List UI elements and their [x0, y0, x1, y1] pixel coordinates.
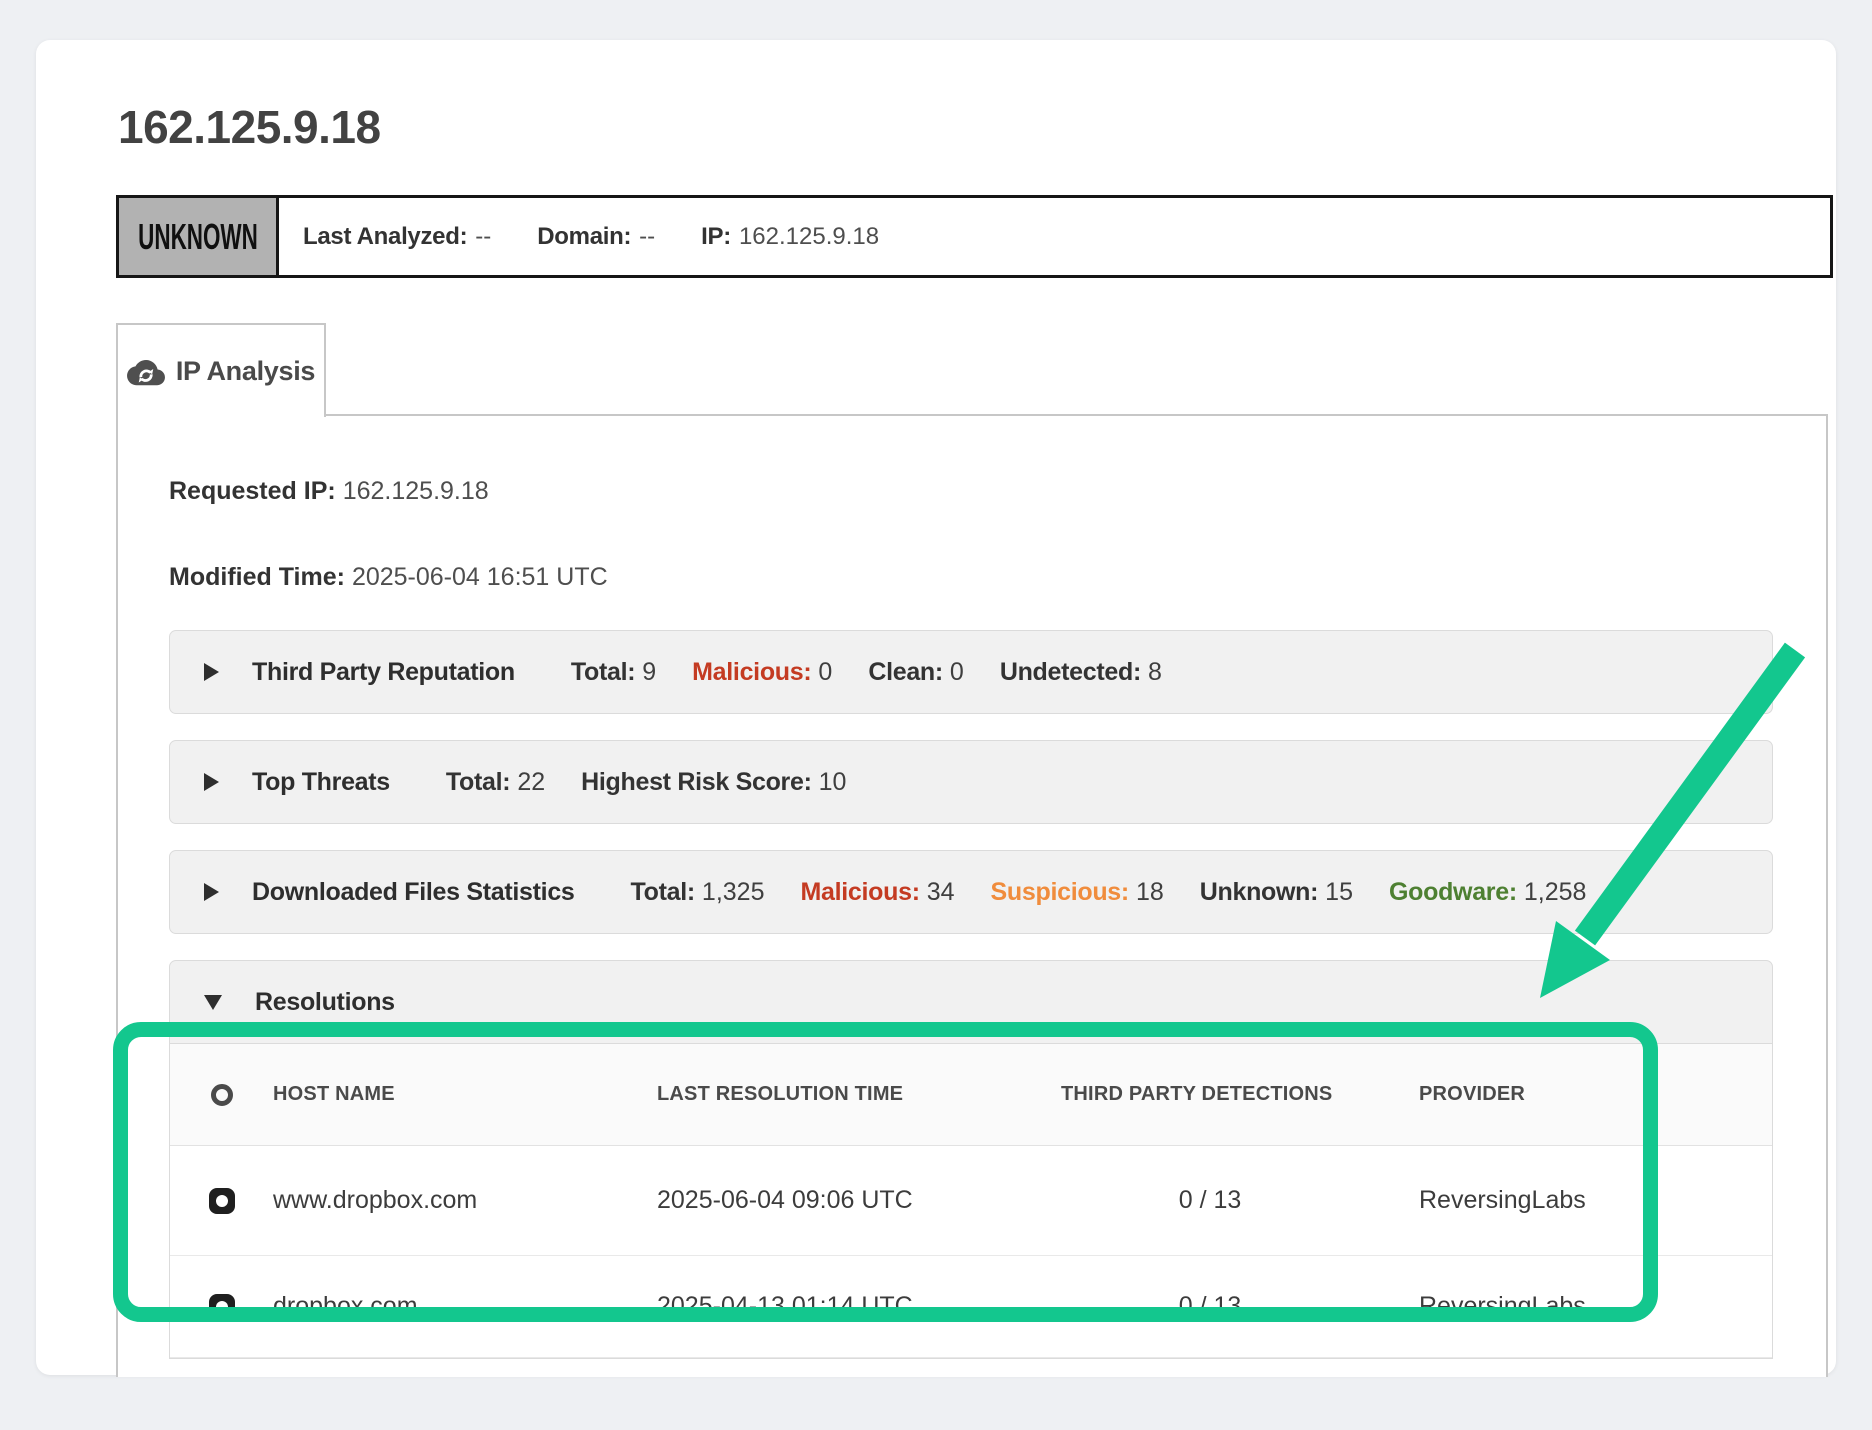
stat-total: Total:9: [571, 658, 656, 687]
tab-ip-analysis[interactable]: IP Analysis: [116, 323, 326, 417]
page-title: 162.125.9.18: [118, 100, 381, 154]
status-fields: Last Analyzed:-- Domain:-- IP:162.125.9.…: [279, 198, 879, 275]
provider-cell: ReversingLabs: [1419, 1292, 1772, 1321]
status-field-last-analyzed: Last Analyzed:--: [303, 223, 491, 251]
third-party-detections-cell: 0 / 13: [1061, 1186, 1419, 1215]
stat-undetected: Undetected:8: [1000, 658, 1162, 687]
stat-total: Total:1,325: [631, 878, 765, 907]
requested-ip-line: Requested IP:162.125.9.18: [169, 474, 489, 508]
table-row[interactable]: dropbox.com 2025-04-13 01:14 UTC 0 / 13 …: [170, 1256, 1772, 1358]
accordion-stats: Total:9 Malicious:0 Clean:0 Undetected:8: [571, 658, 1162, 687]
column-host-name: HOST NAME: [273, 1083, 657, 1106]
stat-total: Total:22: [446, 768, 545, 797]
host-node-icon: [209, 1188, 235, 1214]
tab-ip-analysis-label: IP Analysis: [176, 356, 315, 387]
stat-clean: Clean:0: [868, 658, 964, 687]
stat-suspicious: Suspicious:18: [991, 878, 1164, 907]
last-resolution-time-cell: 2025-06-04 09:06 UTC: [657, 1186, 1061, 1215]
modified-time-line: Modified Time:2025-06-04 16:51 UTC: [169, 560, 608, 594]
resolutions-table: HOST NAME LAST RESOLUTION TIME THIRD PAR…: [169, 1044, 1773, 1359]
accordion-downloaded-files-statistics[interactable]: Downloaded Files Statistics Total:1,325 …: [169, 850, 1773, 934]
accordion-stats: Total:22 Highest Risk Score:10: [446, 768, 847, 797]
page: 162.125.9.18 UNKNOWN Last Analyzed:-- Do…: [0, 0, 1872, 1430]
status-field-domain: Domain:--: [537, 223, 655, 251]
last-resolution-time-cell: 2025-04-13 01:14 UTC: [657, 1292, 1061, 1321]
status-field-ip: IP:162.125.9.18: [701, 223, 879, 251]
resolutions-section: Resolutions HOST NAME LAST RESOLUTION TI…: [169, 960, 1773, 1359]
cloud-sync-icon: [127, 356, 165, 386]
third-party-detections-cell: 0 / 13: [1061, 1292, 1419, 1321]
accordion-third-party-reputation[interactable]: Third Party Reputation Total:9 Malicious…: [169, 630, 1773, 714]
content-card: 162.125.9.18 UNKNOWN Last Analyzed:-- Do…: [36, 40, 1836, 1375]
host-ring-icon: [211, 1084, 233, 1106]
accordion-resolutions[interactable]: Resolutions: [169, 960, 1773, 1044]
resolutions-table-header: HOST NAME LAST RESOLUTION TIME THIRD PAR…: [170, 1044, 1772, 1146]
column-provider: PROVIDER: [1419, 1083, 1772, 1106]
ip-analysis-panel: Requested IP:162.125.9.18 Modified Time:…: [116, 414, 1828, 1377]
host-name-cell: dropbox.com: [273, 1292, 657, 1321]
stat-malicious: Malicious:0: [692, 658, 832, 687]
table-row[interactable]: www.dropbox.com 2025-06-04 09:06 UTC 0 /…: [170, 1146, 1772, 1256]
status-bar: UNKNOWN Last Analyzed:-- Domain:-- IP:16…: [116, 195, 1833, 278]
expand-right-icon: [204, 663, 219, 681]
classification-badge-label: UNKNOWN: [138, 216, 258, 258]
accordion-stats: Total:1,325 Malicious:34 Suspicious:18 U…: [631, 878, 1587, 907]
expand-down-icon: [204, 995, 222, 1010]
stat-highest-risk-score: Highest Risk Score:10: [581, 768, 846, 797]
host-name-cell: www.dropbox.com: [273, 1186, 657, 1215]
stat-malicious: Malicious:34: [800, 878, 954, 907]
column-last-resolution-time: LAST RESOLUTION TIME: [657, 1083, 1061, 1106]
column-third-party-detections: THIRD PARTY DETECTIONS: [1061, 1083, 1419, 1106]
host-node-icon: [209, 1294, 235, 1320]
stat-unknown: Unknown:15: [1200, 878, 1353, 907]
classification-badge: UNKNOWN: [119, 198, 279, 275]
accordion-top-threats[interactable]: Top Threats Total:22 Highest Risk Score:…: [169, 740, 1773, 824]
provider-cell: ReversingLabs: [1419, 1186, 1772, 1215]
expand-right-icon: [204, 883, 219, 901]
stat-goodware: Goodware:1,258: [1389, 878, 1586, 907]
expand-right-icon: [204, 773, 219, 791]
